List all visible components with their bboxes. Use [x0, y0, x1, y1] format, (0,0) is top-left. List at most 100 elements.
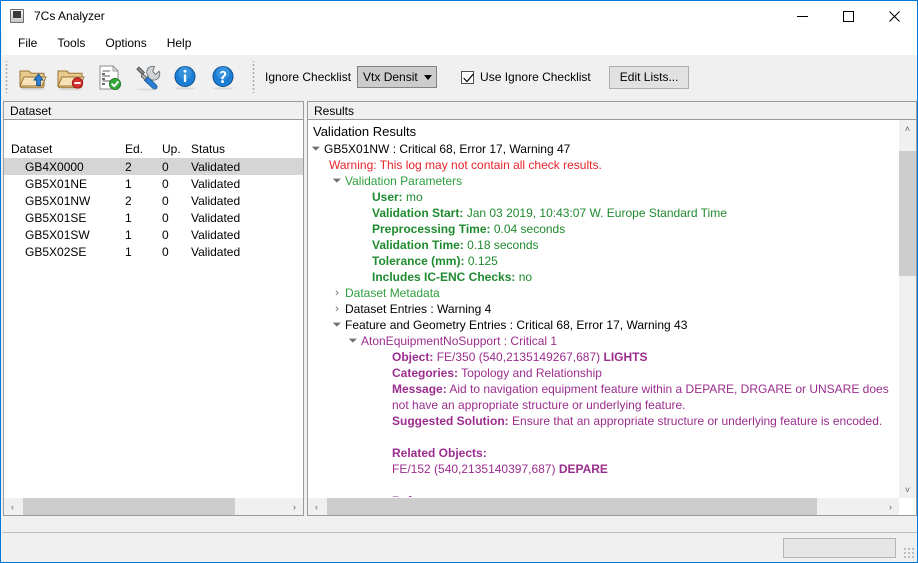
results-vertical-scrollbar[interactable]: ˄ ˅	[898, 120, 916, 498]
table-row[interactable]: GB5X01NW 2 0 Validated	[4, 192, 303, 209]
ignore-checklist-select[interactable]: Vtx Densit	[357, 66, 438, 88]
toolbar-checklist-group: Ignore Checklist Vtx Densit Use Ignore C…	[249, 55, 690, 99]
param-label-ic-enc: Includes IC-ENC Checks:	[372, 270, 516, 284]
minimize-button[interactable]	[779, 1, 825, 31]
detail-label-categories: Categories:	[392, 366, 459, 380]
scroll-left-icon[interactable]: ‹	[308, 498, 325, 515]
tree-node-dataset-entries[interactable]: › Dataset Entries : Warning 4	[308, 301, 916, 317]
param-value-validation-time: 0.18 seconds	[467, 238, 539, 252]
results-horizontal-scrollbar[interactable]: ‹ ›	[308, 497, 899, 515]
detail-label-solution: Suggested Solution:	[392, 414, 509, 428]
menu-help[interactable]: Help	[158, 33, 201, 53]
window-controls	[779, 1, 917, 31]
scroll-left-icon[interactable]: ‹	[4, 498, 21, 515]
tree-node-dataset-metadata[interactable]: › Dataset Metadata	[308, 285, 916, 301]
dataset-horizontal-scrollbar[interactable]: ‹ ›	[4, 497, 303, 515]
detail-label-message: Message:	[392, 382, 447, 396]
help-icon	[212, 66, 234, 90]
validation-parameters-details: User: mo Validation Start: Jan 03 2019, …	[308, 189, 916, 285]
tree-node-check[interactable]: ⏷ AtonEquipmentNoSupport : Critical 1	[308, 333, 916, 349]
folder-remove-icon	[57, 70, 85, 91]
table-row[interactable]: GB5X02SE 1 0 Validated	[4, 243, 303, 260]
tree-node-validation-parameters[interactable]: ⏷ Validation Parameters	[308, 173, 916, 189]
use-ignore-checklist-checkbox[interactable]: Use Ignore Checklist	[461, 70, 591, 84]
param-label-preprocessing-time: Preprocessing Time:	[372, 222, 491, 236]
tree-node-dataset[interactable]: ⏷ GB5X01NW : Critical 68, Error 17, Warn…	[308, 141, 916, 157]
tree-node-feature-geometry-entries[interactable]: ⏷ Feature and Geometry Entries : Critica…	[308, 317, 916, 333]
open-dataset-button[interactable]	[14, 59, 52, 95]
chevron-right-icon[interactable]: ›	[329, 301, 345, 317]
table-row[interactable]: GB5X01SE 1 0 Validated	[4, 209, 303, 226]
chevron-down-icon[interactable]: ⏷	[308, 141, 324, 157]
column-header-dataset[interactable]: Dataset	[4, 142, 113, 156]
cell-status: Validated	[191, 210, 241, 225]
detail-spacer	[392, 429, 916, 445]
validate-button[interactable]	[90, 59, 128, 95]
cell-dataset: GB5X01NE	[25, 176, 88, 191]
tree-node-check-label: AtonEquipmentNoSupport : Critical 1	[361, 334, 558, 348]
menu-file[interactable]: File	[9, 33, 46, 53]
scrollbar-thumb[interactable]	[327, 498, 817, 515]
param-value-validation-start: Jan 03 2019, 10:43:07 W. Europe Standard…	[466, 206, 727, 220]
close-dataset-button[interactable]	[52, 59, 90, 95]
table-row[interactable]: GB5X01SW 1 0 Validated	[4, 226, 303, 243]
table-row[interactable]: GB5X01NE 1 0 Validated	[4, 175, 303, 192]
cell-ed: 2	[125, 193, 132, 208]
scroll-down-icon[interactable]: ˅	[899, 481, 916, 498]
table-row[interactable]: GB4X0000 2 0 Validated	[4, 158, 303, 175]
cell-up: 0	[162, 176, 169, 191]
chevron-right-icon[interactable]: ›	[329, 285, 345, 301]
check-detail-block: Object: FE/350 (540,2135149267,687) LIGH…	[308, 349, 916, 515]
scroll-right-icon[interactable]: ›	[882, 498, 899, 515]
info-button[interactable]	[166, 59, 204, 95]
param-value-user: mo	[406, 190, 423, 204]
results-panel-title: Results	[314, 103, 355, 118]
cell-dataset: GB5X01SE	[25, 210, 87, 225]
maximize-button[interactable]	[825, 1, 871, 31]
scrollbar-thumb[interactable]	[23, 498, 235, 515]
param-label-validation-start: Validation Start:	[372, 206, 464, 220]
param-label-tolerance: Tolerance (mm):	[372, 254, 465, 268]
column-header-status[interactable]: Status	[186, 142, 303, 156]
checkbox-box	[461, 70, 475, 84]
validation-results-title: Validation Results	[313, 124, 417, 139]
tools-button[interactable]	[128, 59, 166, 95]
scroll-right-icon[interactable]: ›	[286, 498, 303, 515]
toolbar-grip-2-icon[interactable]	[251, 61, 257, 93]
menu-tools[interactable]: Tools	[48, 33, 94, 53]
tree-node-dataset-entries-label: Dataset Entries : Warning 4	[345, 302, 492, 316]
detail-value-object: FE/350 (540,2135149267,687)	[436, 350, 601, 364]
chevron-down-icon[interactable]: ⏷	[329, 317, 345, 333]
chevron-down-icon[interactable]: ⏷	[345, 333, 361, 349]
info-icon	[174, 66, 196, 90]
tools-icon	[136, 65, 161, 91]
cell-ed: 1	[125, 210, 132, 225]
cell-dataset: GB5X01SW	[25, 227, 90, 242]
scrollbar-thumb[interactable]	[899, 151, 916, 276]
detail-value-solution: Ensure that an appropriate structure or …	[512, 414, 883, 428]
detail-value-message: Aid to navigation equipment feature with…	[392, 382, 889, 412]
dataset-panel-title: Dataset	[10, 103, 52, 118]
help-button[interactable]	[204, 59, 242, 95]
param-value-preprocessing-time: 0.04 seconds	[493, 222, 566, 236]
toolbar-grip-icon[interactable]	[4, 61, 10, 93]
cell-dataset: GB4X0000	[25, 159, 84, 174]
param-value-ic-enc: no	[518, 270, 533, 284]
check-icon	[463, 73, 474, 82]
resize-grip-icon[interactable]	[903, 547, 914, 558]
app-window-icon	[10, 8, 26, 24]
document-validated-icon	[99, 65, 122, 91]
menu-bar: File Tools Options Help	[2, 31, 917, 55]
close-button[interactable]	[871, 1, 917, 31]
chevron-down-icon[interactable]: ⏷	[329, 173, 345, 189]
detail-label-object: Object:	[392, 350, 434, 364]
folder-open-import-icon	[19, 70, 47, 91]
column-header-up[interactable]: Up.	[150, 142, 186, 156]
column-header-ed[interactable]: Ed.	[113, 142, 150, 156]
tree-node-dataset-metadata-label: Dataset Metadata	[345, 286, 440, 300]
edit-lists-button[interactable]: Edit Lists...	[608, 65, 690, 89]
status-field	[783, 538, 896, 558]
chevron-down-icon	[424, 74, 433, 80]
scroll-up-icon[interactable]: ˄	[899, 120, 916, 137]
menu-options[interactable]: Options	[96, 33, 155, 53]
